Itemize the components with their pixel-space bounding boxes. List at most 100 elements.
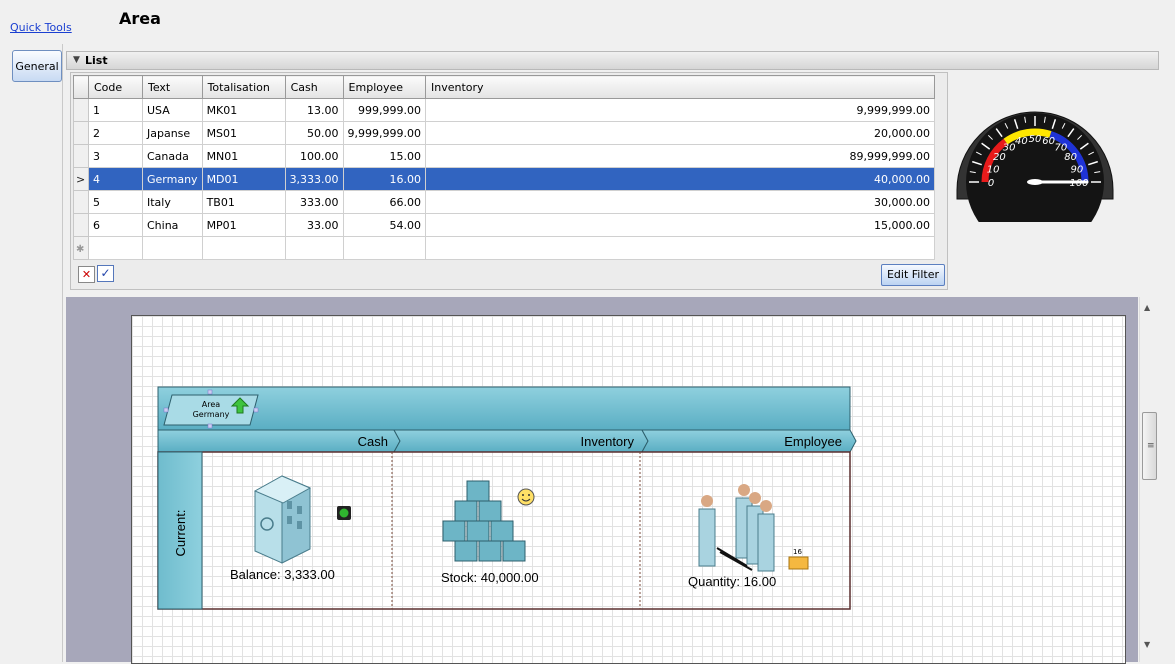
column-header-cash[interactable]: Cash [284,75,344,99]
row-indicator[interactable] [73,98,89,122]
cell-inventory[interactable]: 9,999,999.00 [425,98,936,122]
tab-general[interactable]: General [12,50,62,82]
diagram-vertical-scrollbar[interactable]: ▲ ≡ ▼ [1139,297,1157,662]
checkbox-icon[interactable]: ✓ [97,265,114,282]
table-row[interactable]: 1 USA MK01 13.00 999,999.00 9,999,999.00 [73,98,936,122]
cell-text[interactable]: Germany [142,167,203,191]
cell-totalisation[interactable]: MS01 [201,121,286,145]
table-row[interactable]: 2 Japanse MS01 50.00 9,999,999.00 20,000… [73,121,936,145]
cell-totalisation[interactable]: MD01 [201,167,286,191]
cash-column-label: Cash [358,434,388,449]
cell-employee[interactable]: 15.00 [342,144,427,168]
cell-totalisation[interactable]: TB01 [201,190,286,214]
selection-handle[interactable] [207,423,213,429]
cell-employee[interactable] [342,236,427,260]
cell-inventory[interactable]: 20,000.00 [425,121,936,145]
cell-inventory[interactable] [425,236,936,260]
cell-cash[interactable]: 33.00 [284,213,344,237]
row-indicator[interactable] [73,190,89,214]
cell-text[interactable]: Canada [142,144,203,168]
selection-handle[interactable] [207,389,213,395]
column-header-code[interactable]: Code [88,75,143,99]
cell-inventory[interactable]: 40,000.00 [425,167,936,191]
cell-text[interactable]: Japanse [142,121,203,145]
cell-totalisation[interactable]: MN01 [201,144,286,168]
quick-tools-link[interactable]: Quick Tools [10,21,72,34]
new-row[interactable]: ✱ [73,236,936,260]
selection-handle[interactable] [163,407,169,413]
diagram-canvas-page[interactable]: Area Germany Cash Inventory Employee Cur… [131,315,1126,664]
cell-employee[interactable]: 66.00 [342,190,427,214]
cell-code[interactable]: 3 [88,144,143,168]
cell-cash[interactable]: 333.00 [284,190,344,214]
row-indicator[interactable] [73,213,89,237]
column-header-totalisation[interactable]: Totalisation [201,75,286,99]
table-row[interactable]: 6 China MP01 33.00 54.00 15,000.00 [73,213,936,237]
cell-code[interactable]: 1 [88,98,143,122]
cell-code[interactable]: 6 [88,213,143,237]
delete-icon[interactable]: ✕ [78,266,95,283]
column-header-text[interactable]: Text [142,75,203,99]
area-diagram[interactable]: Area Germany Cash Inventory Employee Cur… [132,316,1125,663]
list-section-header[interactable]: ▼ List [66,51,1159,70]
cell-inventory[interactable]: 89,999,999.00 [425,144,936,168]
cell-code[interactable]: 2 [88,121,143,145]
cell-totalisation[interactable]: MP01 [201,213,286,237]
cell-employee[interactable]: 999,999.00 [342,98,427,122]
scroll-thumb[interactable]: ≡ [1142,412,1157,480]
table-row[interactable]: 3 Canada MN01 100.00 15.00 89,999,999.00 [73,144,936,168]
column-header-inventory[interactable]: Inventory [425,75,936,99]
column-header-employee[interactable]: Employee [342,75,427,99]
cell-text[interactable]: Italy [142,190,203,214]
cell-totalisation[interactable]: MK01 [201,98,286,122]
cell-cash[interactable]: 3,333.00 [284,167,344,191]
diagram-area[interactable]: Area Germany Cash Inventory Employee Cur… [66,297,1138,664]
grid-header-row: Code Text Totalisation Cash Employee Inv… [73,75,936,99]
scroll-up-arrow-icon[interactable]: ▲ [1144,303,1150,312]
table-row[interactable]: 5 Italy TB01 333.00 66.00 30,000.00 [73,190,936,214]
gauge-label-10: 10 [987,164,1000,175]
new-row-star-icon[interactable]: ✱ [73,236,89,260]
people-group-icon[interactable] [698,484,775,572]
collapse-triangle-icon[interactable]: ▼ [73,52,80,69]
area-country-label: Germany [193,410,230,419]
gauge-label-20: 20 [993,152,1006,163]
page-title: Area [119,9,161,28]
top-bar: Quick Tools Area [0,0,1175,44]
cell-code[interactable]: 5 [88,190,143,214]
gauge-label-40: 40 [1015,136,1028,147]
cell-text[interactable] [142,236,203,260]
employee-column-label: Employee [784,434,842,449]
grid-body: 1 USA MK01 13.00 999,999.00 9,999,999.00… [73,98,936,260]
table-row-selected[interactable]: > 4 Germany MD01 3,333.00 16.00 40,000.0… [73,167,936,191]
boxes-stack-icon[interactable] [442,480,526,562]
current-row-label: Current: [173,510,188,557]
row-indicator[interactable] [73,144,89,168]
cell-employee[interactable]: 16.00 [342,167,427,191]
cell-code[interactable]: 4 [88,167,143,191]
cell-cash[interactable]: 100.00 [284,144,344,168]
stock-label: Stock: 40,000.00 [441,570,539,585]
pool-header[interactable] [157,386,851,431]
row-indicator[interactable] [73,121,89,145]
cell-code[interactable] [88,236,143,260]
scroll-down-arrow-icon[interactable]: ▼ [1144,640,1150,649]
cell-employee[interactable]: 54.00 [342,213,427,237]
smiley-eye-icon [528,494,530,496]
cell-totalisation[interactable] [201,236,286,260]
area-label: Area [202,400,221,409]
cell-inventory[interactable]: 30,000.00 [425,190,936,214]
building-icon[interactable] [253,475,312,564]
cell-cash[interactable]: 50.00 [284,121,344,145]
cell-text[interactable]: China [142,213,203,237]
quantity-label: Quantity: 16.00 [688,574,776,589]
cell-cash[interactable]: 13.00 [284,98,344,122]
cell-inventory[interactable]: 15,000.00 [425,213,936,237]
selection-handle[interactable] [253,407,259,413]
current-row-arrow-icon[interactable]: > [73,167,89,191]
gauge-label-80: 80 [1064,152,1077,163]
cell-employee[interactable]: 9,999,999.00 [342,121,427,145]
cell-cash[interactable] [284,236,344,260]
edit-filter-button[interactable]: Edit Filter [881,264,945,286]
cell-text[interactable]: USA [142,98,203,122]
